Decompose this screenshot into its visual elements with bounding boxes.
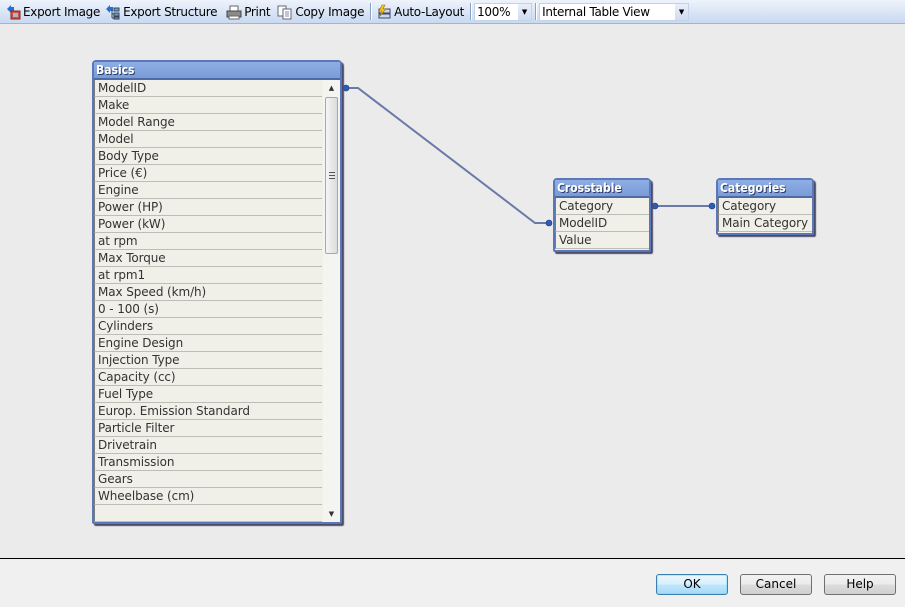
zoom-select[interactable]: 100% ▼: [474, 2, 533, 21]
field-row[interactable]: Drivetrain: [94, 437, 322, 454]
field-row[interactable]: Cylinders: [94, 318, 322, 335]
field-row[interactable]: Category: [555, 198, 649, 215]
field-list: ▲ ▼ ModelID Make Model Range Model Body Type…: [94, 80, 340, 522]
print-label: Print: [244, 4, 271, 19]
field-row[interactable]: Max Torque: [94, 250, 322, 267]
field-row[interactable]: Gears: [94, 471, 322, 488]
auto-layout-button[interactable]: Auto-Layout: [374, 2, 467, 22]
chevron-down-icon[interactable]: ▼: [518, 3, 532, 20]
table-basics[interactable]: Basics ▲ ▼ ModelID Make Model Range Model Bo…: [92, 60, 342, 524]
export-image-label: Export Image: [23, 4, 101, 19]
toolbar-separator: [370, 3, 372, 20]
export-structure-label: Export Structure: [123, 4, 218, 19]
field-row[interactable]: Power (kW): [94, 216, 322, 233]
table-title[interactable]: Basics: [94, 62, 340, 80]
field-row[interactable]: Model Range: [94, 114, 322, 131]
toolbar-separator: [470, 3, 472, 20]
field-row[interactable]: Main Category: [718, 215, 812, 232]
zoom-value: 100%: [477, 4, 511, 19]
field-row[interactable]: [94, 505, 322, 522]
copy-image-icon: [277, 4, 293, 20]
cancel-button[interactable]: Cancel: [740, 574, 812, 595]
grip-icon: [329, 172, 335, 179]
field-row[interactable]: Model: [94, 131, 322, 148]
scrollbar-thumb[interactable]: [325, 97, 338, 254]
table-title[interactable]: Categories: [718, 180, 812, 198]
field-row[interactable]: Wheelbase (cm): [94, 488, 322, 505]
field-row[interactable]: Capacity (cc): [94, 369, 322, 386]
field-row[interactable]: ModelID: [555, 215, 649, 232]
field-list: Category ModelID Value: [555, 198, 649, 249]
field-row[interactable]: Engine Design: [94, 335, 322, 352]
auto-layout-icon: [376, 4, 392, 20]
export-structure-icon: [105, 4, 121, 20]
export-structure-button[interactable]: Export Structure: [103, 2, 220, 22]
field-row[interactable]: Category: [718, 198, 812, 215]
print-button[interactable]: Print: [224, 2, 273, 22]
table-categories[interactable]: Categories Category Main Category: [716, 178, 814, 235]
field-row[interactable]: 0 - 100 (s): [94, 301, 322, 318]
scroll-up-icon[interactable]: ▲: [323, 80, 340, 96]
field-row[interactable]: Transmission: [94, 454, 322, 471]
field-row[interactable]: at rpm: [94, 233, 322, 250]
field-row[interactable]: Price (€): [94, 165, 322, 182]
help-button[interactable]: Help: [824, 574, 896, 595]
export-image-button[interactable]: Export Image: [3, 2, 103, 22]
field-row[interactable]: Make: [94, 97, 322, 114]
field-row[interactable]: Max Speed (km/h): [94, 284, 322, 301]
field-row[interactable]: Engine: [94, 182, 322, 199]
export-image-icon: [5, 4, 21, 20]
ok-button[interactable]: OK: [656, 574, 728, 595]
copy-image-label: Copy Image: [295, 4, 365, 19]
auto-layout-label: Auto-Layout: [394, 4, 465, 19]
field-list: Category Main Category: [718, 198, 812, 232]
printer-icon: [226, 4, 242, 20]
table-title[interactable]: Crosstable: [555, 180, 649, 198]
field-row[interactable]: ModelID: [94, 80, 322, 97]
toolbar: Export Image Export Structure Print Copy…: [0, 0, 905, 24]
field-row[interactable]: Power (HP): [94, 199, 322, 216]
scroll-down-icon[interactable]: ▼: [323, 506, 340, 522]
view-value: Internal Table View: [542, 4, 650, 19]
field-row[interactable]: Fuel Type: [94, 386, 322, 403]
field-row[interactable]: Europ. Emission Standard: [94, 403, 322, 420]
copy-image-button[interactable]: Copy Image: [275, 2, 367, 22]
scrollbar[interactable]: ▲ ▼: [323, 80, 340, 522]
table-crosstable[interactable]: Crosstable Category ModelID Value: [553, 178, 651, 252]
view-select[interactable]: Internal Table View ▼: [539, 2, 690, 21]
toolbar-separator: [535, 3, 537, 20]
field-row[interactable]: Particle Filter: [94, 420, 322, 437]
dialog-footer: OK Cancel Help: [0, 559, 905, 607]
field-row[interactable]: at rpm1: [94, 267, 322, 284]
field-row[interactable]: Injection Type: [94, 352, 322, 369]
field-row[interactable]: Value: [555, 232, 649, 249]
field-row[interactable]: Body Type: [94, 148, 322, 165]
chevron-down-icon[interactable]: ▼: [675, 3, 689, 20]
